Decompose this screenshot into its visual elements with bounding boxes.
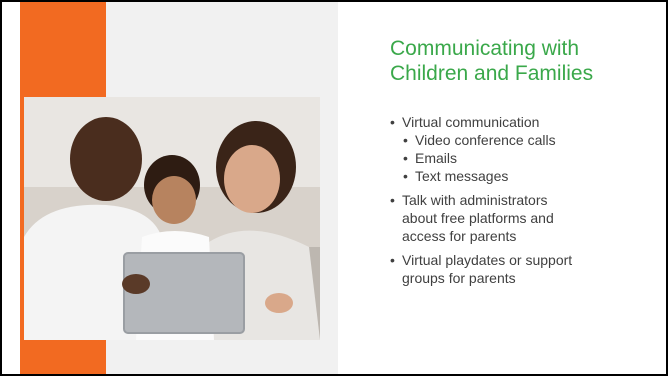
family-laptop-photo bbox=[24, 97, 320, 340]
slide-title: Communicating with Children and Families bbox=[390, 36, 660, 86]
bullet-virtual-communication: Virtual communication bbox=[390, 113, 660, 131]
bullet-talk-administrators-line1: Talk with administrators bbox=[390, 191, 660, 209]
bullet-list: Virtual communication Video conference c… bbox=[390, 113, 660, 287]
bullet-talk-administrators-line3: access for parents bbox=[402, 228, 517, 244]
title-line-1: Communicating with bbox=[390, 37, 580, 60]
subbullet-text-messages: Text messages bbox=[390, 167, 660, 185]
subbullet-emails: Emails bbox=[390, 149, 660, 167]
slide: Communicating with Children and Families… bbox=[2, 2, 666, 374]
bullet-talk-administrators-line2: about free platforms and bbox=[402, 210, 554, 226]
photo-illustration bbox=[24, 97, 320, 340]
title-line-2: Children and Families bbox=[390, 62, 594, 85]
subbullet-video-calls: Video conference calls bbox=[390, 131, 660, 149]
bullet-virtual-playdates-line1: Virtual playdates or support bbox=[390, 251, 660, 269]
bullet-virtual-playdates-line2: groups for parents bbox=[402, 270, 516, 286]
